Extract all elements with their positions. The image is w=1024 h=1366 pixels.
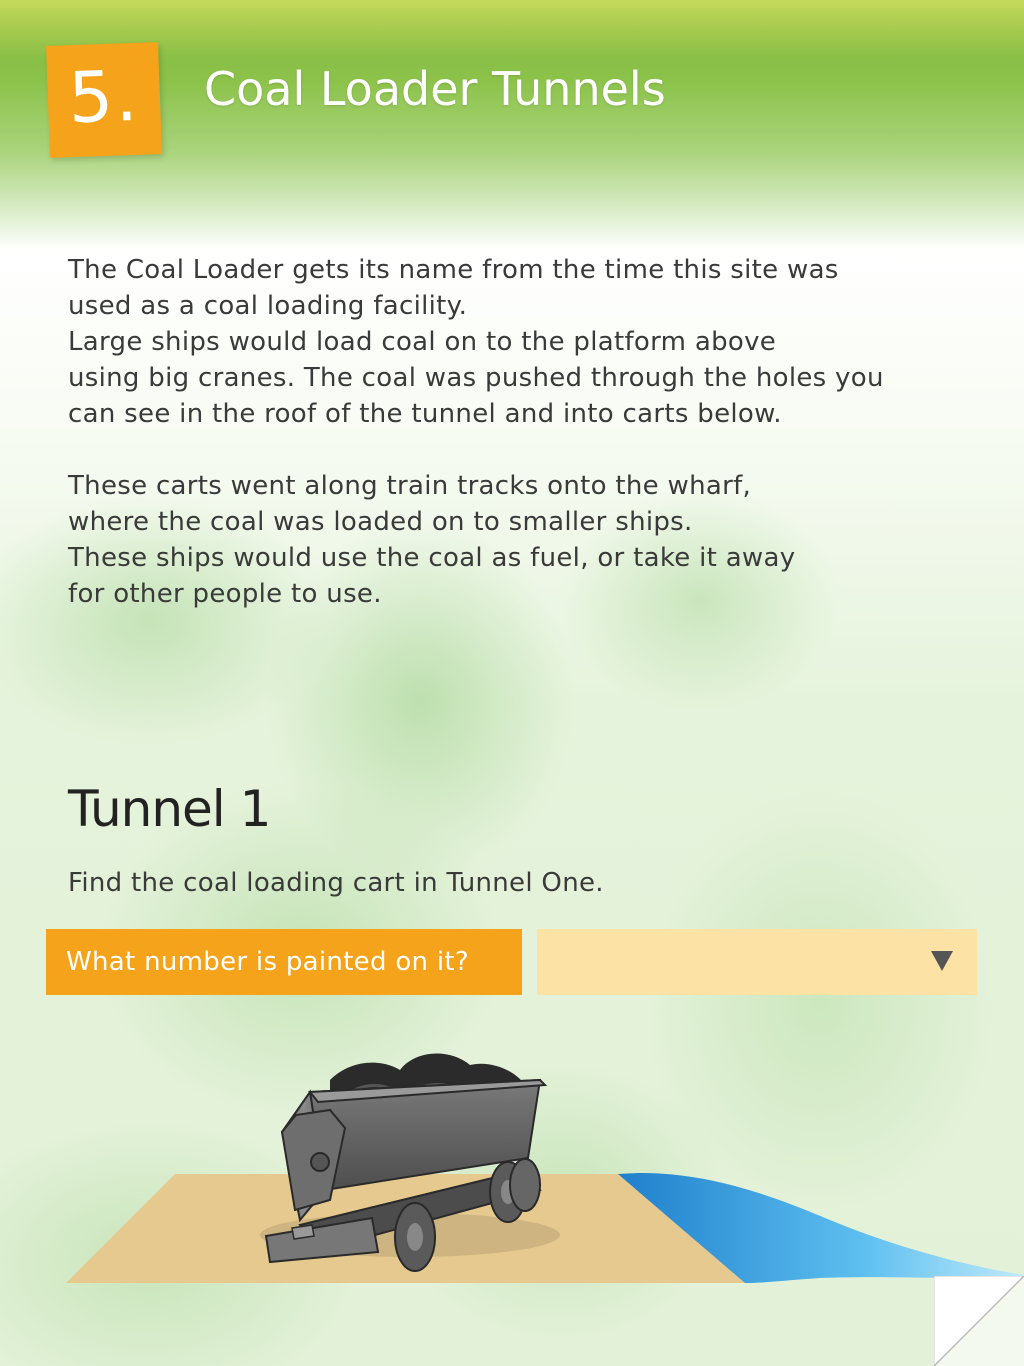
page-header: 5. Coal Loader Tunnels — [0, 0, 1024, 200]
text-line: used as a coal loading facility. — [68, 291, 468, 321]
intro-paragraph-1: The Coal Loader gets its name from the t… — [68, 252, 968, 432]
section-heading: Tunnel 1 — [68, 780, 271, 838]
text-line: for other people to use. — [68, 579, 382, 609]
answer-dropdown[interactable] — [537, 929, 977, 995]
text-line: can see in the roof of the tunnel and in… — [68, 399, 782, 429]
intro-paragraph-2: These carts went along train tracks onto… — [68, 468, 968, 612]
question-row: What number is painted on it? — [46, 929, 978, 995]
text-line: The Coal Loader gets its name from the t… — [68, 255, 839, 285]
text-line: where the coal was loaded on to smaller … — [68, 507, 693, 537]
page-title: Coal Loader Tunnels — [204, 62, 666, 116]
coal-cart-icon — [260, 1053, 560, 1272]
question-label: What number is painted on it? — [46, 929, 522, 995]
section-number-badge: 5. — [46, 42, 162, 158]
text-line: using big cranes. The coal was pushed th… — [68, 363, 884, 393]
page-curl-icon[interactable] — [934, 1276, 1024, 1366]
text-line: These carts went along train tracks onto… — [68, 471, 752, 501]
intro-text: The Coal Loader gets its name from the t… — [68, 252, 968, 612]
instruction-text: Find the coal loading cart in Tunnel One… — [68, 868, 604, 898]
section-number: 5. — [67, 54, 141, 140]
text-line: These ships would use the coal as fuel, … — [68, 543, 796, 573]
triangle-down-icon — [931, 951, 953, 971]
text-line: Large ships would load coal on to the pl… — [68, 327, 777, 357]
coal-cart-illustration — [66, 1053, 1024, 1283]
